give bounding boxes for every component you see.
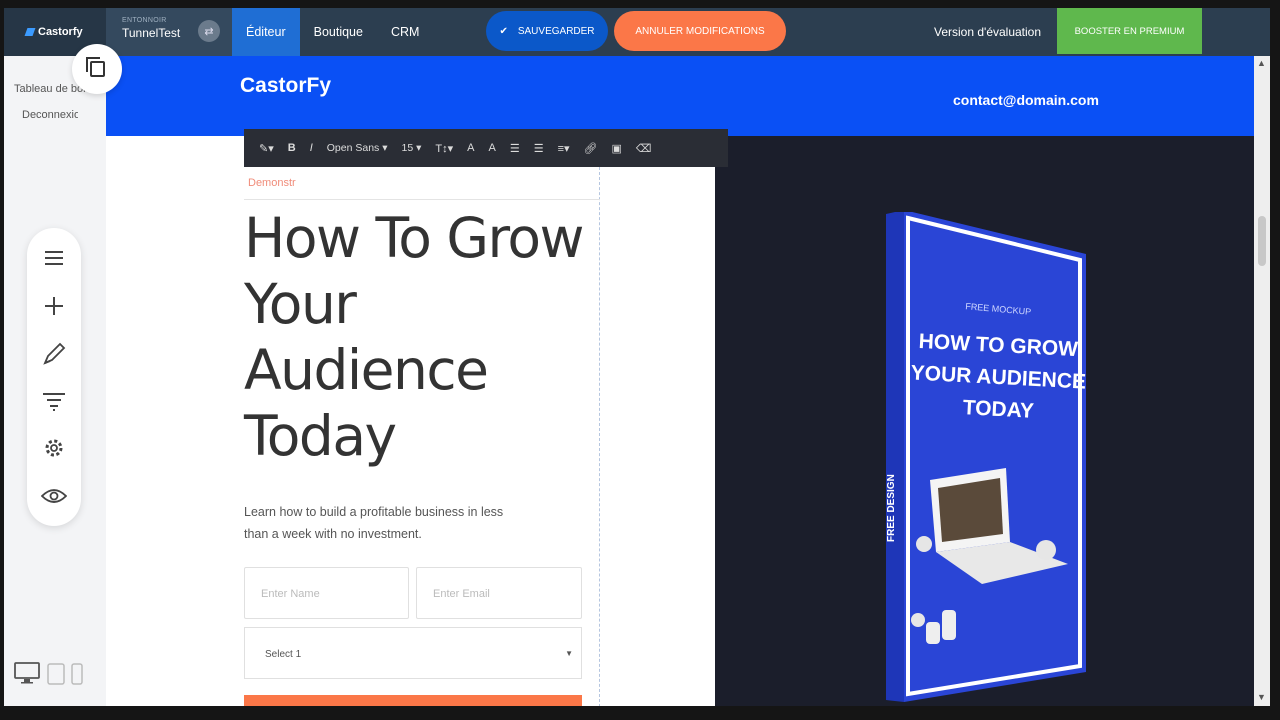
italic-icon[interactable]: I — [303, 129, 320, 167]
scroll-down-icon[interactable]: ▼ — [1257, 692, 1266, 702]
numbered-list-icon[interactable]: ☰ — [527, 129, 551, 167]
align-icon[interactable]: ≡▾ — [551, 129, 577, 167]
tab-crm[interactable]: CRM — [377, 8, 433, 56]
menu-icon[interactable] — [27, 244, 81, 272]
font-family-select[interactable]: Open Sans ▾ — [320, 129, 395, 167]
page-header[interactable]: CastorFy contact@domain.com — [106, 56, 1254, 136]
tab-editor[interactable]: Éditeur — [232, 8, 300, 56]
logo-text: Castorfy — [38, 26, 83, 38]
preview-eye-icon[interactable] — [27, 482, 81, 510]
scroll-up-icon[interactable]: ▲ — [1257, 58, 1266, 68]
page-brand[interactable]: CastorFy — [240, 74, 331, 98]
page-canvas: CastorFy contact@domain.com FREE DESIGN … — [106, 56, 1254, 706]
content-column: Demonstr How To Grow Your Audience Today… — [244, 167, 600, 706]
upgrade-premium-button[interactable]: Booster en premium — [1057, 8, 1202, 54]
tab-shop[interactable]: Boutique — [300, 8, 377, 56]
page-scrollbar[interactable]: ▲ ▼ — [1254, 56, 1270, 706]
funnel-selector[interactable]: ENTONNOIR TunnelTest ⇄ — [106, 8, 232, 56]
book-spine-text: FREE DESIGN — [886, 474, 897, 542]
text-style-icon[interactable]: ✎▾ — [252, 129, 281, 167]
font-family-value: Open Sans — [326, 142, 380, 154]
submit-button[interactable] — [244, 695, 582, 706]
logout-link[interactable]: Deconnexion — [22, 109, 78, 121]
app-window: Castorfy ENTONNOIR TunnelTest ⇄ Éditeur … — [0, 0, 1280, 720]
cancel-changes-button[interactable]: Annuler modifications — [614, 11, 786, 51]
font-size-select[interactable]: 15 ▾ — [395, 129, 429, 167]
logo-icon — [24, 28, 36, 36]
chevron-down-icon: ▼ — [565, 649, 573, 658]
save-label: Sauvegarder — [517, 25, 595, 37]
scrollbar-thumb[interactable] — [1258, 216, 1266, 266]
duplicate-button[interactable] — [72, 44, 122, 94]
tablet-view-icon[interactable] — [47, 663, 65, 690]
filter-icon[interactable] — [27, 388, 81, 416]
clear-format-icon[interactable]: ⌫ — [629, 129, 659, 167]
option-select[interactable]: Select 1 ▼ — [244, 627, 582, 679]
highlight-color-icon[interactable]: A — [482, 129, 503, 167]
switch-funnel-icon[interactable]: ⇄ — [198, 20, 220, 42]
add-icon[interactable] — [27, 292, 81, 320]
trial-link[interactable]: Version d'évaluation — [934, 8, 1041, 56]
text-block-editing[interactable]: Demonstr — [244, 167, 600, 200]
check-icon: ✔ — [499, 25, 508, 37]
save-button[interactable]: ✔ Sauvegarder — [486, 11, 608, 51]
book-title-line-3: TODAY — [962, 396, 1034, 423]
name-field[interactable]: Enter Name — [244, 567, 409, 619]
select-value: Select 1 — [265, 649, 302, 660]
hero-headline[interactable]: How To Grow Your Audience Today — [244, 205, 600, 469]
line-height-icon[interactable]: T↕▾ — [428, 129, 460, 167]
mobile-view-icon[interactable] — [71, 663, 83, 690]
bulleted-list-icon[interactable]: ☰ — [503, 129, 527, 167]
brush-icon[interactable] — [27, 340, 81, 368]
ebook-mockup-image[interactable]: FREE DESIGN FREE MOCKUP HOW TO GROW YOUR… — [886, 212, 1116, 706]
bold-icon[interactable]: B — [281, 129, 303, 167]
link-icon[interactable]: 🔗︎ — [577, 129, 605, 167]
duplicate-icon — [85, 57, 105, 77]
image-icon[interactable]: ▣ — [605, 129, 629, 167]
top-bar: Castorfy ENTONNOIR TunnelTest ⇄ Éditeur … — [4, 8, 1270, 56]
font-size-value: 15 — [401, 142, 414, 154]
text-color-icon[interactable]: A — [460, 129, 481, 167]
email-field[interactable]: Enter Email — [416, 567, 582, 619]
hero-subtext[interactable]: Learn how to build a profitable business… — [244, 501, 514, 545]
settings-gear-icon[interactable] — [27, 434, 81, 462]
desktop-view-icon[interactable] — [14, 662, 40, 689]
cancel-label: Annuler modifications — [635, 25, 765, 37]
text-format-toolbar: ✎▾ B I Open Sans ▾ 15 ▾ T↕▾ A A ☰ ☰ ≡▾ 🔗… — [244, 129, 728, 167]
contact-email[interactable]: contact@domain.com — [953, 92, 1099, 108]
left-sidebar: Tableau de bord Deconnexion — [4, 56, 106, 706]
tool-palette — [27, 228, 81, 526]
